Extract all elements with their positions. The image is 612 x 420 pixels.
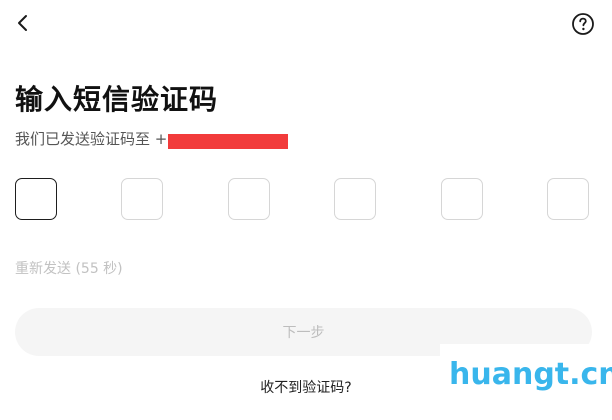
code-input-3[interactable]: [228, 178, 270, 220]
sent-to-prefix: 我们已发送验证码至 +: [15, 130, 168, 148]
sent-to-text: 我们已发送验证码至 +: [15, 128, 289, 150]
code-input-1[interactable]: [15, 178, 57, 220]
code-input-6[interactable]: [547, 178, 589, 220]
redacted-phone-number: [168, 133, 289, 149]
back-button[interactable]: [10, 10, 36, 36]
page-title: 输入短信验证码: [15, 83, 219, 116]
code-input-5[interactable]: [441, 178, 483, 220]
chevron-left-icon: [18, 15, 27, 31]
help-button[interactable]: [571, 12, 595, 36]
next-step-label: 下一步: [282, 325, 325, 341]
code-input-4[interactable]: [334, 178, 376, 220]
resend-countdown: 重新发送 (55 秒): [15, 261, 123, 277]
watermark: huangt.cn: [449, 357, 612, 392]
code-input-2[interactable]: [121, 178, 163, 220]
question-circle-icon: [572, 13, 594, 35]
